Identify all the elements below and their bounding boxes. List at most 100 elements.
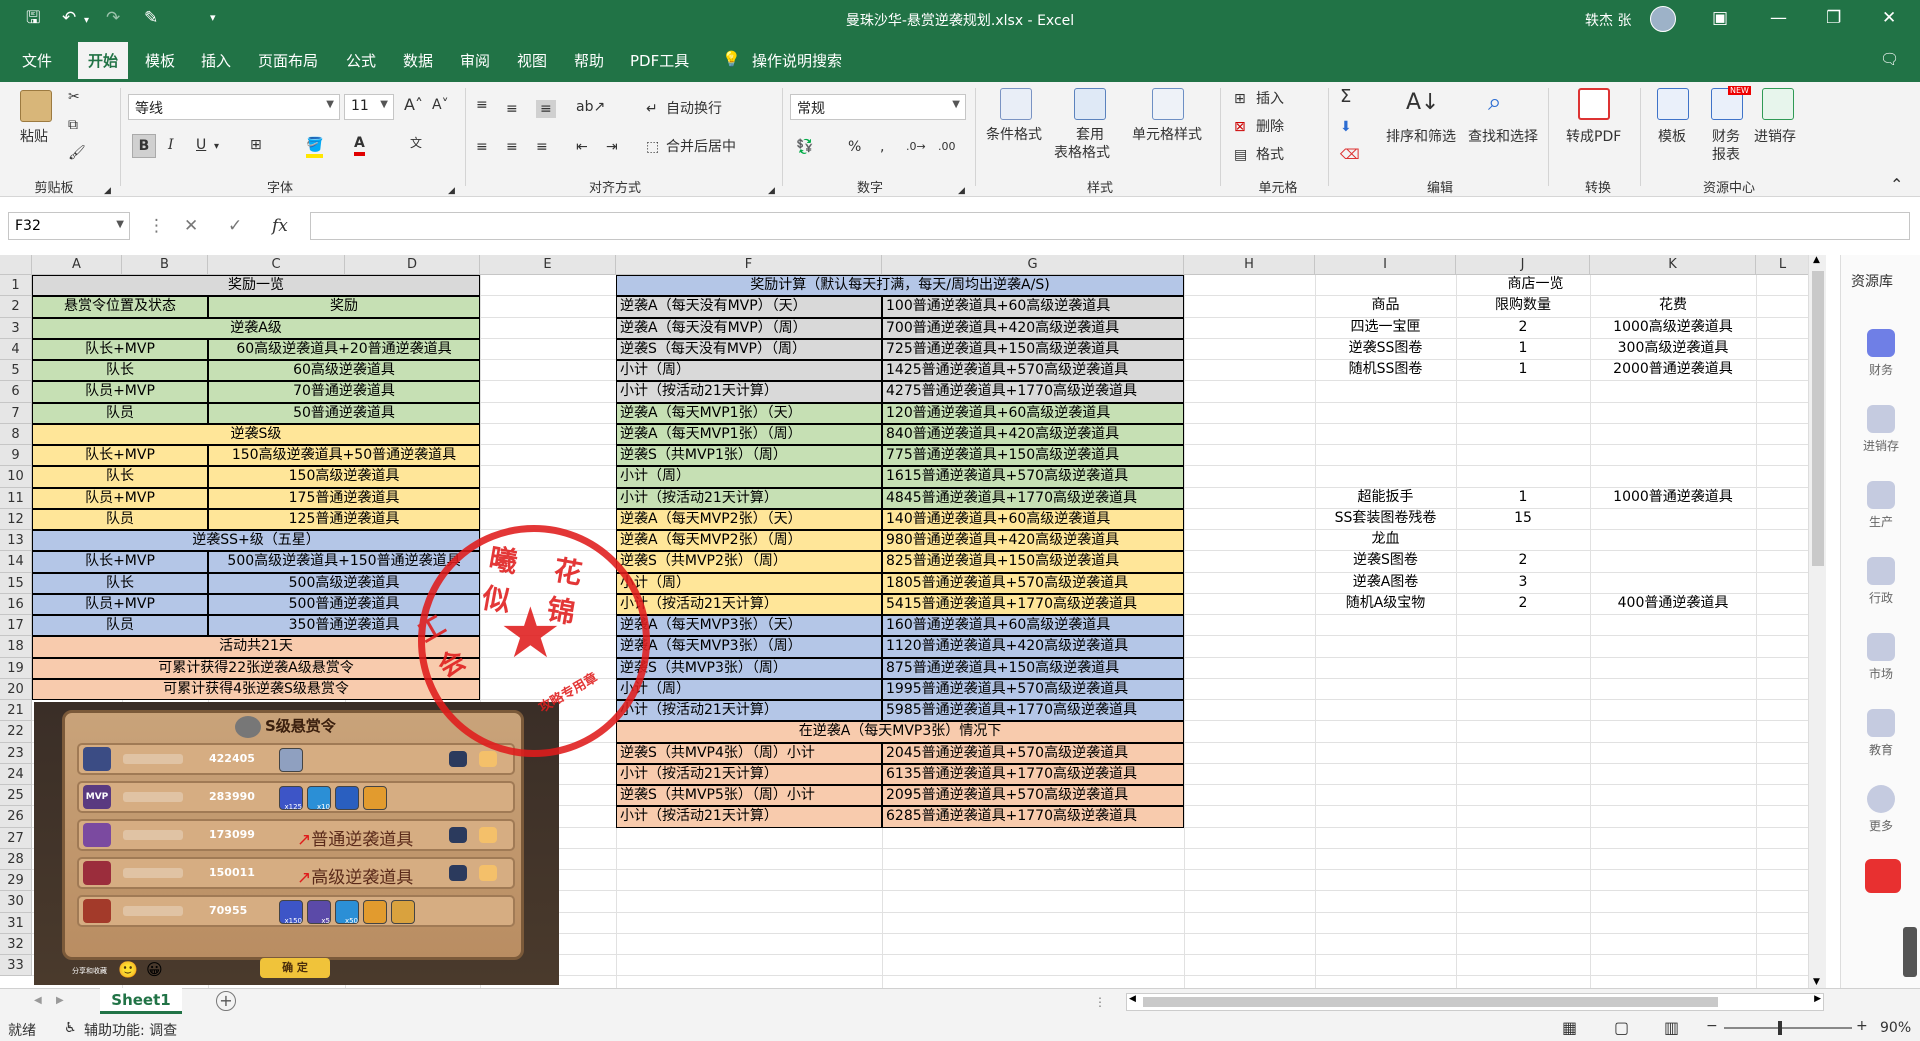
rewards-value-cell[interactable]: 500高级逆袭道具+150普通逆袭道具 bbox=[208, 551, 480, 573]
increase-font-icon[interactable]: A˄ bbox=[404, 96, 423, 114]
calc-label-cell[interactable]: 逆袭S（共MVP1张）（周） bbox=[616, 445, 882, 467]
row-header-7[interactable]: 7 bbox=[0, 402, 32, 424]
inventory-icon[interactable] bbox=[1762, 88, 1794, 120]
avatar[interactable] bbox=[1650, 6, 1676, 32]
game-screenshot[interactable]: S级悬赏令 422405 MVP 283990 x125 x10 173099 … bbox=[34, 702, 559, 985]
menu-formulas[interactable]: 公式 bbox=[346, 50, 376, 71]
conditional-format-icon[interactable] bbox=[1000, 88, 1032, 120]
shop-item-cell[interactable]: 逆袭A图卷 bbox=[1315, 573, 1456, 594]
customize-toolbar-icon[interactable]: ▾ bbox=[210, 8, 216, 28]
menu-insert[interactable]: 插入 bbox=[201, 50, 231, 71]
minimize-icon[interactable]: — bbox=[1770, 8, 1787, 28]
merge-icon[interactable]: ⬚ bbox=[646, 138, 659, 156]
rewards-position-cell[interactable]: 队员+MVP bbox=[32, 487, 208, 509]
scroll-up-icon[interactable]: ▲ bbox=[1813, 255, 1820, 265]
calc-section-row[interactable]: 在逆袭A（每天MVP3张）情况下 bbox=[616, 721, 1184, 743]
phonetic-icon[interactable]: 文 bbox=[410, 134, 422, 152]
rewards-value-cell[interactable]: 125普通逆袭道具 bbox=[208, 508, 480, 530]
highlight-icon[interactable]: ✎ bbox=[144, 8, 158, 28]
row-header-11[interactable]: 11 bbox=[0, 487, 32, 509]
font-launcher-icon[interactable]: ◢ bbox=[448, 182, 455, 200]
align-right-icon[interactable]: ≡ bbox=[536, 138, 548, 156]
autosum-icon[interactable]: Σ bbox=[1340, 88, 1351, 106]
row-header-30[interactable]: 30 bbox=[0, 891, 32, 913]
sheet-tab-sheet1[interactable]: Sheet1 bbox=[100, 988, 182, 1014]
font-name-select[interactable]: 等线 ▼ bbox=[128, 94, 340, 120]
pane-item-more[interactable]: 更多 bbox=[1841, 785, 1920, 834]
finance-report-label-2[interactable]: 报表 bbox=[1712, 146, 1740, 164]
row-header-29[interactable]: 29 bbox=[0, 870, 32, 892]
row-header-22[interactable]: 22 bbox=[0, 721, 32, 743]
calc-value-cell[interactable]: 5415普通逆袭道具+1770高级逆袭道具 bbox=[882, 593, 1184, 615]
page-layout-view-icon[interactable]: ▢ bbox=[1614, 1018, 1629, 1037]
paste-label[interactable]: 粘贴 bbox=[20, 128, 48, 146]
calc-value-cell[interactable]: 140普通逆袭道具+60高级逆袭道具 bbox=[882, 508, 1184, 530]
decrease-indent-icon[interactable]: ⇤ bbox=[576, 138, 588, 156]
row-header-21[interactable]: 21 bbox=[0, 700, 32, 722]
row-header-25[interactable]: 25 bbox=[0, 785, 32, 807]
column-header-j[interactable]: J bbox=[1456, 255, 1590, 275]
shop-cost-cell[interactable]: 1000普通逆袭道具 bbox=[1590, 488, 1756, 509]
column-header-g[interactable]: G bbox=[882, 255, 1184, 275]
shop-header[interactable]: 限购数量 bbox=[1456, 296, 1590, 317]
row-header-32[interactable]: 32 bbox=[0, 933, 32, 955]
alignment-launcher-icon[interactable]: ◢ bbox=[768, 182, 775, 200]
align-center-icon[interactable]: ≡ bbox=[506, 138, 518, 156]
rewards-position-cell[interactable]: 队员 bbox=[32, 615, 208, 637]
shop-cost-cell[interactable]: 400普通逆袭道具 bbox=[1590, 594, 1756, 615]
collapse-ribbon-icon[interactable]: ⌃ bbox=[1890, 176, 1903, 194]
pane-item-admin[interactable]: 行政 bbox=[1841, 557, 1920, 606]
scroll-down-icon[interactable]: ▼ bbox=[1813, 977, 1820, 987]
pane-item-market[interactable]: 市场 bbox=[1841, 633, 1920, 682]
shop-item-cell[interactable]: 龙血 bbox=[1315, 530, 1456, 551]
scroll-thumb[interactable] bbox=[1812, 271, 1824, 566]
calc-label-cell[interactable]: 逆袭S（共MVP3张）（周） bbox=[616, 657, 882, 679]
rewards-header-reward[interactable]: 奖励 bbox=[208, 296, 480, 318]
h-scroll-thumb[interactable] bbox=[1143, 997, 1718, 1007]
rewards-position-cell[interactable]: 队员 bbox=[32, 402, 208, 424]
cell-styles-icon[interactable] bbox=[1152, 88, 1184, 120]
rewards-section-row[interactable]: 逆袭A级 bbox=[32, 317, 480, 339]
wrap-text-icon[interactable]: ↵ bbox=[646, 100, 658, 118]
menu-home[interactable]: 开始 bbox=[78, 42, 129, 82]
delete-cells-icon[interactable]: ⊠ bbox=[1234, 118, 1246, 136]
horizontal-scrollbar[interactable]: ◀ ▶ bbox=[1126, 993, 1824, 1011]
shop-cost-cell[interactable] bbox=[1590, 551, 1756, 572]
row-header-6[interactable]: 6 bbox=[0, 381, 32, 403]
calc-value-cell[interactable]: 5985普通逆袭道具+1770高级逆袭道具 bbox=[882, 700, 1184, 722]
menu-template[interactable]: 模板 bbox=[145, 50, 175, 71]
enter-icon[interactable]: ✓ bbox=[228, 216, 242, 236]
name-box[interactable]: F32 ▼ bbox=[8, 212, 130, 240]
calc-value-cell[interactable]: 775普通逆袭道具+150高级逆袭道具 bbox=[882, 445, 1184, 467]
normal-view-icon[interactable]: ▦ bbox=[1562, 1018, 1577, 1037]
fill-color-icon[interactable]: 🪣 bbox=[306, 136, 324, 158]
calc-label-cell[interactable]: 逆袭S（共MVP2张）（周） bbox=[616, 551, 882, 573]
calc-value-cell[interactable]: 1425普通逆袭道具+570高级逆袭道具 bbox=[882, 360, 1184, 382]
rewards-value-cell[interactable]: 50普通逆袭道具 bbox=[208, 402, 480, 424]
calc-label-cell[interactable]: 小计（按活动21天计算） bbox=[616, 806, 882, 828]
calc-value-cell[interactable]: 6285普通逆袭道具+1770高级逆袭道具 bbox=[882, 806, 1184, 828]
clear-icon[interactable]: ⌫ bbox=[1340, 146, 1360, 164]
convert-pdf-label[interactable]: 转成PDF bbox=[1566, 128, 1621, 146]
calc-value-cell[interactable]: 2095普通逆袭道具+570高级逆袭道具 bbox=[882, 785, 1184, 807]
rewards-value-cell[interactable]: 150高级逆袭道具 bbox=[208, 466, 480, 488]
shop-cost-cell[interactable] bbox=[1590, 573, 1756, 594]
rewards-section-row[interactable]: 活动共21天 bbox=[32, 636, 480, 658]
row-header-33[interactable]: 33 bbox=[0, 955, 32, 977]
clipboard-launcher-icon[interactable]: ◢ bbox=[104, 182, 111, 200]
shop-item-cell[interactable]: 逆袭S图卷 bbox=[1315, 551, 1456, 572]
zoom-out-icon[interactable]: − bbox=[1706, 1018, 1718, 1034]
finance-report-label-1[interactable]: 财务 bbox=[1712, 128, 1740, 146]
accounting-icon[interactable]: 💱 bbox=[796, 138, 813, 156]
shop-limit-cell[interactable]: 1 bbox=[1456, 488, 1590, 509]
calc-label-cell[interactable]: 逆袭A（每天MVP3张）（天） bbox=[616, 615, 882, 637]
column-header-a[interactable]: A bbox=[32, 255, 122, 275]
rewards-value-cell[interactable]: 175普通逆袭道具 bbox=[208, 487, 480, 509]
rewards-value-cell[interactable]: 60高级逆袭道具+20普通逆袭道具 bbox=[208, 338, 480, 360]
undo-icon[interactable]: ↶ bbox=[62, 8, 76, 28]
find-select-icon[interactable]: ⌕ bbox=[1488, 88, 1501, 116]
insert-cells-label[interactable]: 插入 bbox=[1256, 90, 1284, 108]
fill-icon[interactable]: ⬇ bbox=[1340, 118, 1352, 136]
scroll-right-icon[interactable]: ▶ bbox=[1814, 994, 1821, 1004]
calc-value-cell[interactable]: 825普通逆袭道具+150高级逆袭道具 bbox=[882, 551, 1184, 573]
